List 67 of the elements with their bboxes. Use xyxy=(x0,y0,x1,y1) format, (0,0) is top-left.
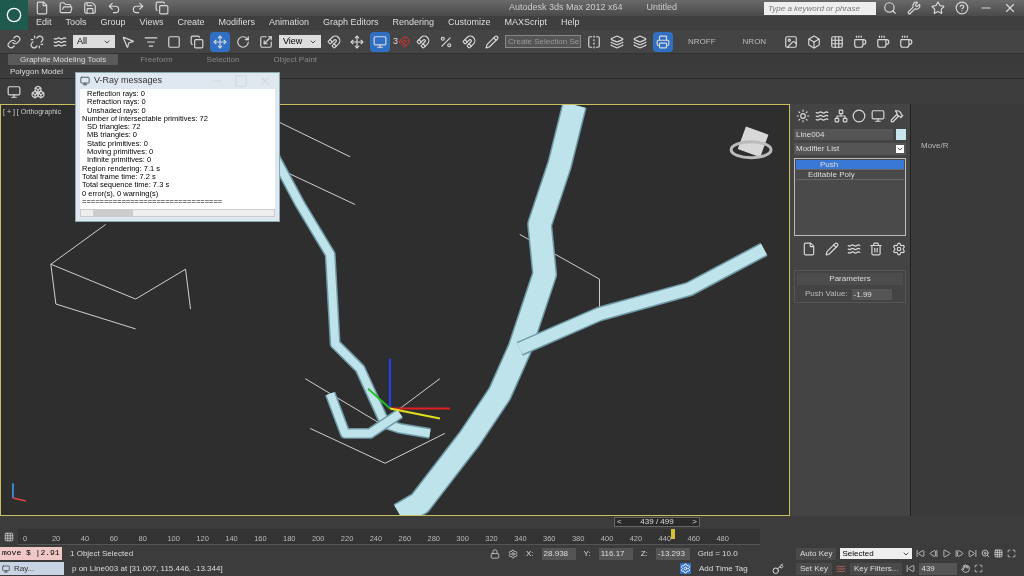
object-name-field[interactable]: Line004 xyxy=(794,129,893,140)
menu-item[interactable]: Tools xyxy=(65,16,87,30)
menu-item[interactable]: Rendering xyxy=(392,16,435,30)
frame-reading: 439 / 499 xyxy=(640,516,674,528)
object-color-swatch[interactable] xyxy=(896,129,906,140)
key-icon xyxy=(771,562,784,575)
window-icon xyxy=(80,76,90,86)
x-coordinate-field[interactable]: 28.938 xyxy=(541,547,576,560)
maxscript-listener-field[interactable]: move $ |2.91 xyxy=(0,547,62,560)
zoom-icon[interactable] xyxy=(981,549,991,558)
grid-size-label: Grid = 10.0 xyxy=(697,547,738,560)
key-filters-button[interactable]: Key Filters... xyxy=(850,562,903,575)
coordinate-system-dropdown[interactable]: View xyxy=(279,35,321,48)
menu-item[interactable]: Customize xyxy=(448,16,491,30)
previous-frame-icon[interactable] xyxy=(929,549,939,558)
side-panel-label: Move/R xyxy=(921,141,949,150)
modifier-list-dropdown[interactable]: Modifier List xyxy=(794,143,906,155)
add-time-tag-button[interactable]: Add Time Tag xyxy=(699,562,748,575)
nron-button[interactable]: NRON xyxy=(730,35,779,48)
go-to-start-icon[interactable] xyxy=(916,549,926,558)
next-frame-icon[interactable] xyxy=(955,549,965,558)
lock-icon[interactable] xyxy=(490,548,500,559)
time-slider-thumb[interactable]: < 439 / 499 > xyxy=(614,517,700,527)
y-coordinate-field[interactable]: 116.17 xyxy=(598,547,633,560)
previous-frame-button[interactable]: < xyxy=(617,516,622,528)
dropdown-arrow-icon xyxy=(896,145,904,153)
nroff-button[interactable]: NROFF xyxy=(676,35,728,48)
menu-item[interactable]: Create xyxy=(177,16,205,30)
menu-item[interactable]: Edit xyxy=(36,16,52,30)
dialog-title: V-Ray messages xyxy=(94,74,164,88)
selection-status: 1 Object Selected xyxy=(70,547,135,560)
menu-item[interactable]: Help xyxy=(561,16,580,30)
current-frame-field[interactable]: 439 xyxy=(919,562,958,575)
play-icon[interactable] xyxy=(942,549,952,558)
stack-item[interactable]: Editable Poly xyxy=(796,170,904,180)
z-label: Z: xyxy=(640,547,648,560)
key-mode-dropdown[interactable]: Selected xyxy=(840,548,913,559)
x-label: X: xyxy=(526,547,534,560)
app-logo-icon[interactable] xyxy=(0,0,28,30)
window-title: Autodesk 3ds Max 2012 x64 xyxy=(508,1,623,15)
next-frame-button[interactable]: > xyxy=(692,516,697,528)
y-label: Y: xyxy=(583,547,591,560)
menu-item[interactable]: Modifiers xyxy=(218,16,255,30)
window-icon xyxy=(2,564,10,573)
go-to-end-icon[interactable] xyxy=(968,549,978,558)
rollout-header[interactable]: Parameters xyxy=(797,273,903,285)
search-field[interactable]: Type a keyword or phrase xyxy=(764,1,876,15)
document-title: Untitled xyxy=(646,1,678,15)
push-value-spinner[interactable]: -1.99 xyxy=(851,288,892,300)
selection-filter-dropdown[interactable]: All xyxy=(73,35,115,48)
menu-item[interactable]: Animation xyxy=(268,16,309,30)
move-icon[interactable] xyxy=(210,31,230,52)
minimized-window[interactable]: Ray... xyxy=(0,562,64,575)
menu-item[interactable]: Group xyxy=(100,16,126,30)
auto-key-button[interactable]: Auto Key xyxy=(796,547,837,560)
set-key-button[interactable]: Set Key xyxy=(796,562,832,575)
menu-item[interactable]: MAXScript xyxy=(504,16,548,30)
ribbon-panel-tab[interactable]: Polygon Model xyxy=(10,65,63,78)
menu-item[interactable]: Graph Editors xyxy=(322,16,379,30)
pan-icon[interactable] xyxy=(961,564,971,573)
z-coordinate-field[interactable]: -13.293 xyxy=(655,547,690,560)
prompt-line: p on Line003 at [31.007, 115.446, -13.344] xyxy=(72,562,224,575)
field-of-view-icon[interactable] xyxy=(974,564,984,573)
zoom-extents-icon[interactable] xyxy=(1007,549,1017,558)
horizontal-scrollbar[interactable] xyxy=(80,209,275,217)
push-value-label: Push Value: xyxy=(805,288,848,300)
menu-item[interactable]: Views xyxy=(139,16,164,30)
